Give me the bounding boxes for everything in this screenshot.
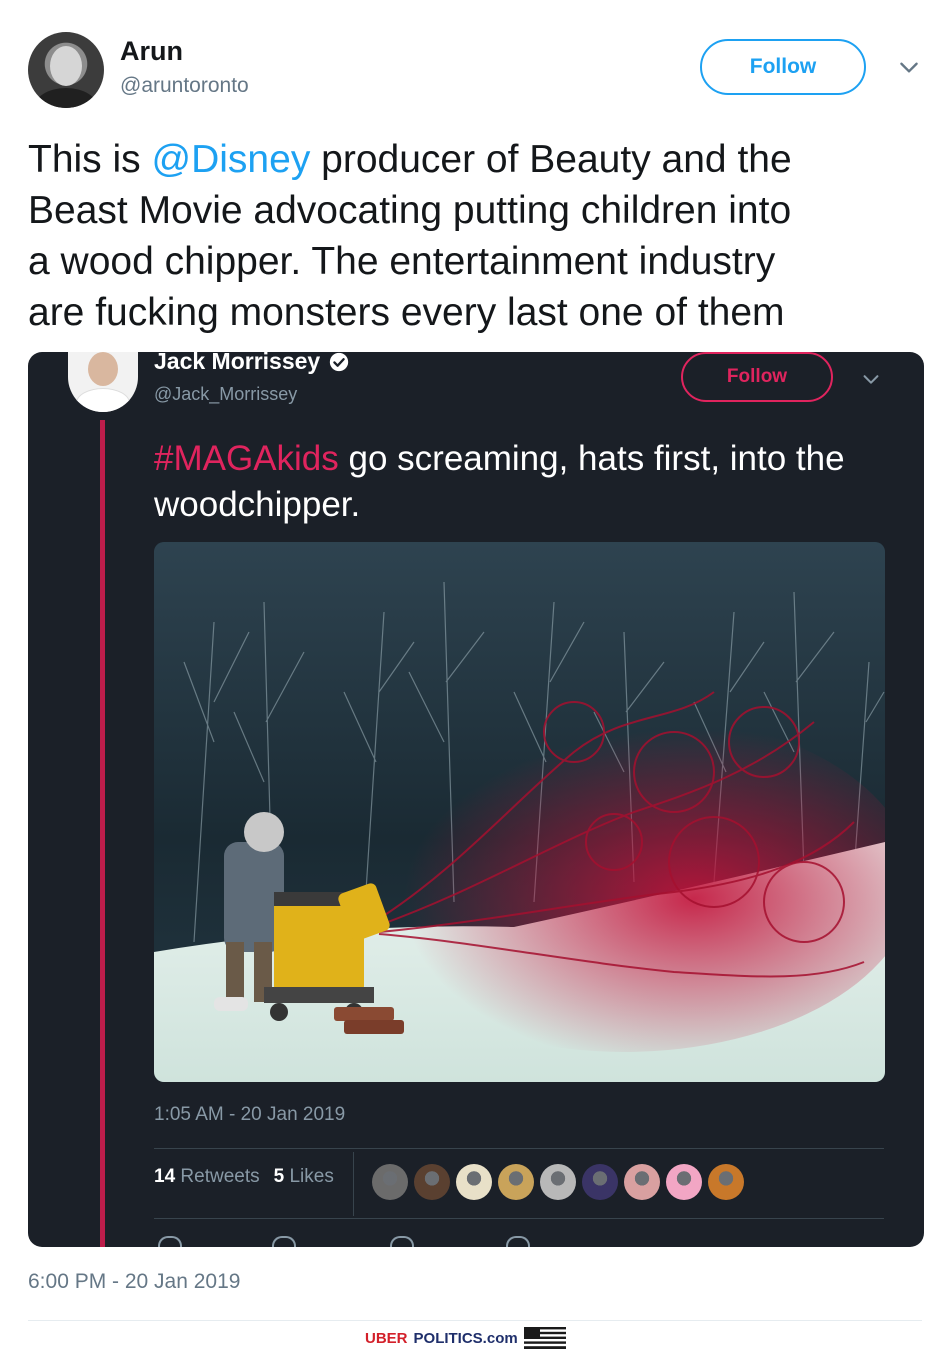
- liker-avatar: [708, 1164, 744, 1200]
- embedded-follow-button: Follow: [681, 352, 833, 402]
- footer-divider: [28, 1320, 922, 1321]
- avatar[interactable]: [28, 32, 104, 108]
- liker-avatar: [372, 1164, 408, 1200]
- embedded-chevron-down-icon: [863, 375, 879, 384]
- tweet-timestamp[interactable]: 6:00 PM - 20 Jan 2019: [28, 1270, 240, 1294]
- embedded-tweet-text: #MAGAkids go screaming, hats first, into…: [154, 436, 894, 528]
- us-flag-icon: [523, 1327, 566, 1349]
- disney-mention-link[interactable]: @Disney: [152, 138, 311, 181]
- divider: [154, 1148, 884, 1149]
- engagement-stats: 14 Retweets 5 Likes: [154, 1166, 334, 1188]
- divider: [154, 1218, 884, 1219]
- embedded-avatar-face: [88, 352, 118, 386]
- tweet-text-before: This is: [28, 138, 152, 181]
- thread-line: [100, 420, 105, 1247]
- embedded-avatar: [68, 352, 138, 412]
- liker-avatar: [540, 1164, 576, 1200]
- retweets-label: Retweets: [180, 1166, 260, 1187]
- liker-avatar: [498, 1164, 534, 1200]
- author-handle[interactable]: @aruntoronto: [120, 74, 249, 98]
- liker-avatar: [582, 1164, 618, 1200]
- embedded-avatar-shirt: [76, 388, 130, 412]
- liker-avatar: [414, 1164, 450, 1200]
- verified-badge-icon: [330, 352, 349, 371]
- liker-avatar: [624, 1164, 660, 1200]
- site-watermark: UBER POLITICS.com: [365, 1327, 566, 1349]
- chevron-down-icon[interactable]: [896, 54, 922, 80]
- message-icon: [506, 1236, 530, 1247]
- like-icon: [390, 1236, 414, 1247]
- watermark-blue: POLITICS.com: [413, 1329, 518, 1347]
- stats-separator: [353, 1152, 354, 1216]
- tweet-text: This is @Disney producer of Beauty and t…: [28, 134, 928, 338]
- embedded-author-handle: @Jack_Morrissey: [154, 384, 298, 404]
- avatar-shoulders: [34, 88, 98, 108]
- retweets-count: 14: [154, 1166, 176, 1187]
- retweets-stat: 14 Retweets: [154, 1166, 260, 1188]
- reply-icon: [158, 1236, 182, 1247]
- follow-button[interactable]: Follow: [700, 39, 866, 95]
- woodchipper-painting: [154, 542, 885, 1082]
- likes-stat: 5 Likes: [274, 1166, 334, 1188]
- liker-avatars: [372, 1164, 744, 1200]
- likes-count: 5: [273, 1166, 285, 1187]
- author-name[interactable]: Arun: [120, 36, 183, 67]
- watermark-red: UBER: [365, 1329, 408, 1347]
- likes-label: Likes: [289, 1166, 334, 1187]
- embedded-tweet-screenshot[interactable]: Jack Morrissey @Jack_Morrissey Follow #M…: [28, 352, 924, 1247]
- avatar-face: [50, 46, 82, 86]
- action-icons-partial: [154, 1236, 574, 1247]
- liker-avatar: [666, 1164, 702, 1200]
- embedded-author-name: Jack Morrissey: [154, 352, 350, 375]
- hashtag-magakids: #MAGAkids: [154, 439, 339, 478]
- embedded-timestamp: 1:05 AM - 20 Jan 2019: [154, 1104, 346, 1125]
- retweet-icon: [272, 1236, 296, 1247]
- embedded-author-name-text: Jack Morrissey: [154, 352, 321, 374]
- liker-avatar: [456, 1164, 492, 1200]
